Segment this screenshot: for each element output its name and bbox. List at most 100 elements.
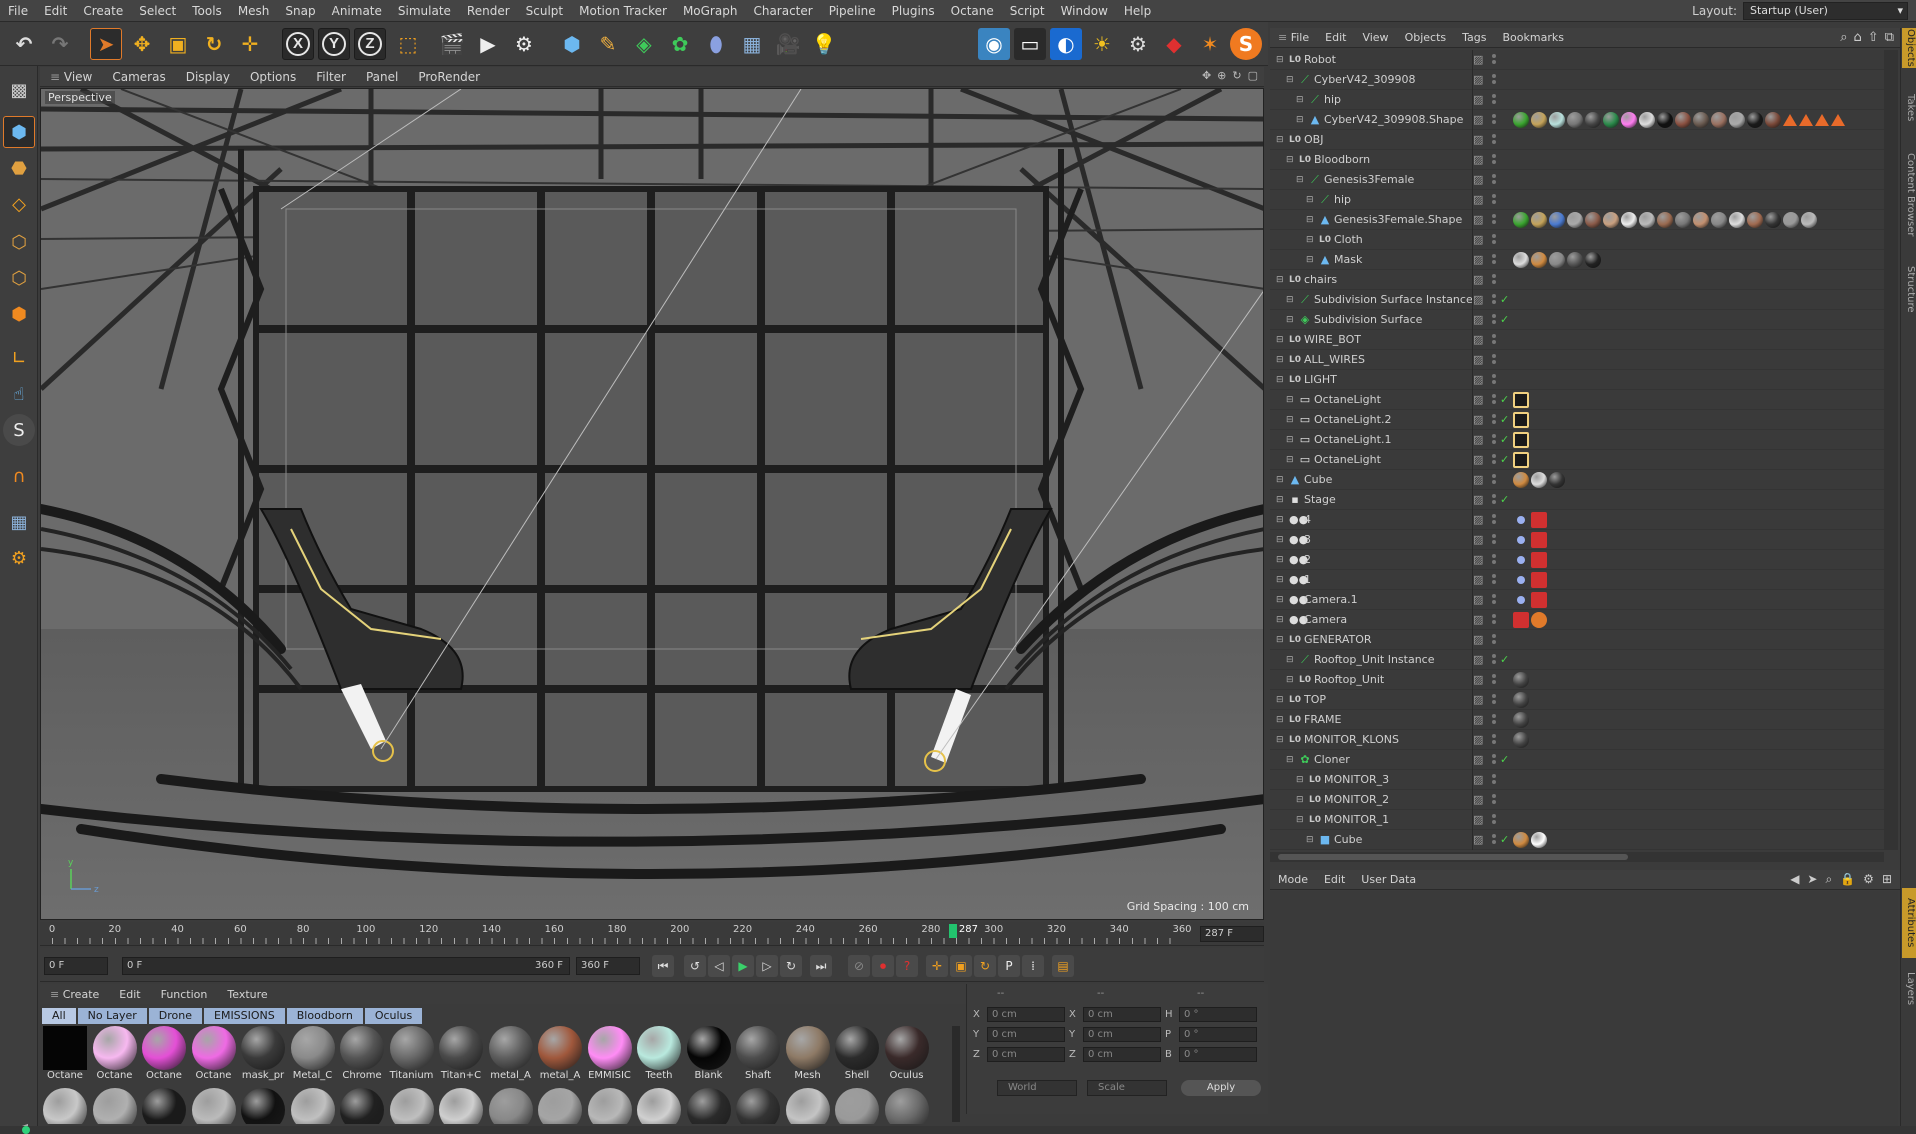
- material-swatch[interactable]: Shaft: [735, 1026, 781, 1084]
- coordinate-system-icon[interactable]: ⬚: [392, 28, 424, 60]
- side-tab-structure[interactable]: Structure: [1902, 254, 1916, 324]
- material-swatch[interactable]: metal_A: [488, 1026, 534, 1084]
- object-menu-bookmarks[interactable]: Bookmarks: [1494, 31, 1571, 44]
- visibility-dots-icon[interactable]: [1492, 652, 1498, 668]
- layer-icon[interactable]: ▨: [1473, 193, 1483, 206]
- layer-icon[interactable]: ▨: [1473, 453, 1483, 466]
- object-row-4[interactable]: ⊟ ●● 4 ▨: [1270, 510, 1884, 530]
- visibility-dots-icon[interactable]: [1492, 212, 1498, 228]
- pan-icon[interactable]: ✥: [1202, 69, 1211, 82]
- expand-toggle-icon[interactable]: ⊟: [1286, 75, 1296, 85]
- visibility-dots-icon[interactable]: [1492, 312, 1498, 328]
- side-tab-takes[interactable]: Takes: [1902, 78, 1916, 138]
- object-row-chairs[interactable]: ⊟ L0 chairs ▨: [1270, 270, 1884, 290]
- material-tag-icon[interactable]: [1531, 112, 1547, 128]
- position-field[interactable]: 0 cm: [987, 1006, 1065, 1022]
- material-tag-icon[interactable]: [1585, 252, 1601, 268]
- material-menu-create[interactable]: Create: [40, 988, 109, 1001]
- visibility-dots-icon[interactable]: [1492, 772, 1498, 788]
- visibility-dots-icon[interactable]: [1492, 612, 1498, 628]
- material-tab-drone[interactable]: Drone: [148, 1008, 202, 1024]
- undo-icon[interactable]: ↶: [8, 28, 40, 60]
- size-field[interactable]: 0 cm: [1083, 1026, 1161, 1042]
- material-swatch[interactable]: [587, 1088, 633, 1124]
- next-frame-icon[interactable]: ▷: [756, 955, 778, 977]
- up-arrow-icon[interactable]: ⇧: [1868, 30, 1879, 45]
- material-swatch[interactable]: [884, 1088, 930, 1124]
- material-tag-icon[interactable]: [1675, 212, 1691, 228]
- search-icon[interactable]: ⌕: [1840, 30, 1847, 45]
- rotation-field[interactable]: 0 °: [1179, 1046, 1257, 1062]
- render-view-icon[interactable]: 🎬: [436, 28, 468, 60]
- expand-toggle-icon[interactable]: ⊟: [1276, 55, 1286, 65]
- visibility-dots-icon[interactable]: [1492, 812, 1498, 828]
- viewport-menu-display[interactable]: Display: [176, 70, 240, 84]
- material-tag-icon[interactable]: [1531, 212, 1547, 228]
- material-tag-icon[interactable]: [1639, 212, 1655, 228]
- expand-toggle-icon[interactable]: ⊟: [1306, 835, 1316, 845]
- expand-toggle-icon[interactable]: ⊟: [1286, 295, 1296, 305]
- menu-mograph[interactable]: MoGraph: [675, 0, 746, 22]
- object-row-cyberv42-309908-shape[interactable]: ⊟ ▲ CyberV42_309908.Shape ▨: [1270, 110, 1884, 130]
- material-tab-oculus[interactable]: Oculus: [364, 1008, 423, 1024]
- visibility-dots-icon[interactable]: [1492, 552, 1498, 568]
- floor-scene-icon[interactable]: ▦: [736, 28, 768, 60]
- enabled-check-icon[interactable]: ✓: [1500, 453, 1509, 466]
- layer-icon[interactable]: ▨: [1473, 293, 1483, 306]
- model-mode-icon[interactable]: ⬢: [3, 116, 35, 148]
- expand-toggle-icon[interactable]: ⊟: [1286, 435, 1296, 445]
- menu-select[interactable]: Select: [131, 0, 184, 22]
- rotation-field[interactable]: 0 °: [1179, 1006, 1257, 1022]
- make-editable-icon[interactable]: ▩: [3, 74, 35, 106]
- expand-toggle-icon[interactable]: ⊟: [1276, 715, 1286, 725]
- material-tag-icon[interactable]: [1603, 112, 1619, 128]
- material-swatch[interactable]: [785, 1088, 831, 1124]
- object-menu-objects[interactable]: Objects: [1397, 31, 1455, 44]
- object-row-camera-1[interactable]: ⊟ ●● Camera.1 ▨: [1270, 590, 1884, 610]
- visibility-dots-icon[interactable]: [1492, 332, 1498, 348]
- material-tag-icon[interactable]: [1657, 112, 1673, 128]
- material-tab-bloodborn[interactable]: Bloodborn: [286, 1008, 363, 1024]
- expand-toggle-icon[interactable]: ⊟: [1276, 735, 1286, 745]
- visibility-dots-icon[interactable]: [1492, 272, 1498, 288]
- material-tag-icon[interactable]: [1783, 212, 1799, 228]
- octane-light-tag-icon[interactable]: [1513, 432, 1529, 448]
- object-menu-tags[interactable]: Tags: [1454, 31, 1494, 44]
- visibility-dots-icon[interactable]: [1492, 712, 1498, 728]
- material-tag-icon[interactable]: [1549, 252, 1565, 268]
- visibility-dots-icon[interactable]: [1492, 832, 1498, 848]
- visibility-dots-icon[interactable]: [1492, 512, 1498, 528]
- visibility-dots-icon[interactable]: [1492, 172, 1498, 188]
- menu-snap[interactable]: Snap: [277, 0, 323, 22]
- octane-camera-tag-icon[interactable]: [1531, 552, 1547, 568]
- octane-camera-tag-icon[interactable]: [1531, 592, 1547, 608]
- object-row-cloner[interactable]: ⊟ ✿ Cloner ▨ ✓: [1270, 750, 1884, 770]
- layer-icon[interactable]: ▨: [1473, 373, 1483, 386]
- material-swatch[interactable]: [240, 1088, 286, 1124]
- layer-icon[interactable]: ▨: [1473, 393, 1483, 406]
- octane-scatter-icon[interactable]: ✶: [1194, 28, 1226, 60]
- material-menu-texture[interactable]: Texture: [217, 988, 277, 1001]
- material-tag-icon[interactable]: [1567, 252, 1583, 268]
- material-tag-icon[interactable]: [1747, 212, 1763, 228]
- material-tag-icon[interactable]: [1711, 112, 1727, 128]
- material-tab-all[interactable]: All: [42, 1008, 76, 1024]
- coordinate-mode-select[interactable]: Scale: [1087, 1080, 1167, 1096]
- octane-camera-tag-icon[interactable]: [1531, 572, 1547, 588]
- material-tag-icon[interactable]: [1513, 832, 1529, 848]
- side-tab-content-browser[interactable]: Content Browser: [1902, 140, 1916, 250]
- layer-icon[interactable]: ▨: [1473, 73, 1483, 86]
- key-position-icon[interactable]: ✛: [926, 955, 948, 977]
- expand-toggle-icon[interactable]: ⊟: [1286, 315, 1296, 325]
- object-row-3[interactable]: ⊟ ●● 3 ▨: [1270, 530, 1884, 550]
- octane-camera-tag-icon[interactable]: [1531, 532, 1547, 548]
- visibility-dots-icon[interactable]: [1492, 192, 1498, 208]
- warning-tag-icon[interactable]: [1831, 114, 1845, 126]
- expand-toggle-icon[interactable]: ⊟: [1276, 555, 1286, 565]
- key-scale-icon[interactable]: ▣: [950, 955, 972, 977]
- expand-toggle-icon[interactable]: ⊟: [1296, 95, 1306, 105]
- texture-mode-icon[interactable]: ⬣: [3, 152, 35, 184]
- add-panel-icon[interactable]: ⊞: [1882, 872, 1892, 887]
- material-swatch[interactable]: Octane: [92, 1026, 138, 1084]
- octane-camera-tag-icon[interactable]: [1513, 612, 1529, 628]
